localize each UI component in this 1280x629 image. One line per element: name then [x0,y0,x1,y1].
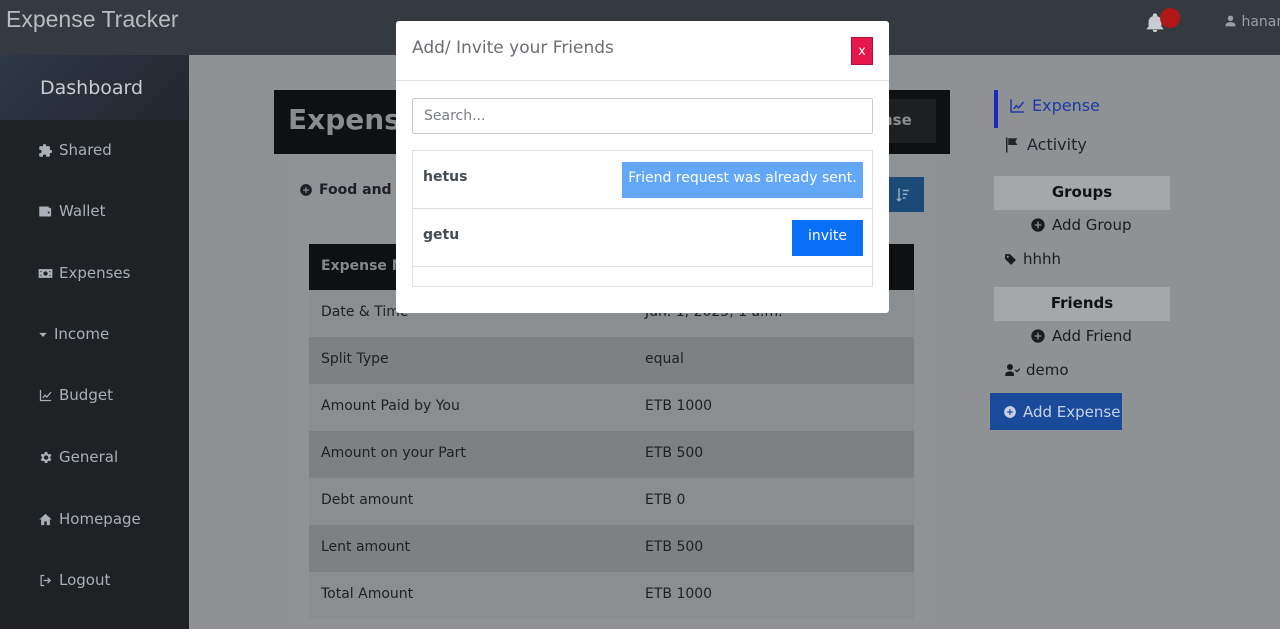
add-friend-button[interactable]: Add Friend [1030,327,1132,345]
sidebar-item-homepage[interactable]: Homepage [38,510,141,528]
tag-icon [1005,253,1016,265]
table-row: Split Type equal [309,337,914,384]
sidebar-item-label: Homepage [59,510,141,528]
add-expense-label: Add Expense [1023,402,1121,421]
row-key: Amount Paid by You [321,398,460,414]
sidebar-item-budget[interactable]: Budget [38,386,113,404]
row-value: ETB 500 [645,539,704,555]
sidebar-item-label: Budget [59,386,113,404]
flag-icon [1006,137,1018,152]
sidebar-item-wallet[interactable]: Wallet [38,202,106,220]
row-value: ETB 0 [645,492,686,508]
notification-badge [1160,8,1180,28]
row-key: Amount on your Part [321,445,466,461]
close-button[interactable]: x [851,37,873,65]
group-item-label: hhhh [1023,250,1062,268]
sidebar-title[interactable]: Dashboard [40,77,143,99]
rightnav-activity[interactable]: Activity [1003,135,1087,154]
plus-circle-icon [1031,218,1045,232]
table-row: Amount on your Part ETB 500 [309,431,914,478]
table-row: Debt amount ETB 0 [309,478,914,525]
add-group-label: Add Group [1052,216,1132,234]
sidebar-item-label: Logout [59,571,111,589]
sidebar-item-shared[interactable]: Shared [38,141,112,159]
row-value: ETB 500 [645,445,704,461]
rightnav-expense[interactable]: Expense [1008,96,1100,115]
sidebar-item-income[interactable]: Income [38,325,109,343]
sidebar-item-label: Expenses [59,264,131,282]
sign-out-icon [40,574,52,586]
sort-icon [896,187,909,202]
money-icon [38,268,53,278]
app-title[interactable]: Expense Tracker [6,6,179,33]
plus-circle-icon [1004,405,1016,418]
search-input[interactable] [412,98,873,134]
sidebar-item-label: General [59,448,119,466]
modal-title: Add/ Invite your Friends [412,38,614,58]
sidebar-item-label: Wallet [59,202,106,220]
sidebar-item-general[interactable]: General [38,448,118,466]
friend-name: getu [423,227,460,243]
group-item[interactable]: hhhh [1004,250,1061,268]
wallet-icon [39,206,52,216]
user-menu[interactable]: hanan [1224,14,1280,30]
list-item: getu invite [413,209,872,267]
category-label: Food and D [319,182,409,198]
plus-circle-icon [300,184,312,196]
add-friend-label: Add Friend [1052,327,1132,345]
puzzle-icon [39,143,53,157]
friend-item-label: demo [1026,361,1069,379]
sidebar-item-label: Income [54,325,110,343]
row-value: ETB 1000 [645,586,713,602]
row-key: Total Amount [321,586,414,602]
row-key: Debt amount [321,492,414,508]
sidebar-item-expenses[interactable]: Expenses [38,264,130,282]
chart-line-icon [39,389,52,401]
groups-title: Groups [994,176,1170,210]
table-row: Lent amount ETB 500 [309,525,914,572]
caret-down-icon [39,332,47,337]
active-indicator [994,90,998,128]
rightnav-activity-label: Activity [1027,135,1087,154]
invite-button[interactable]: invite [792,220,863,256]
add-group-button[interactable]: Add Group [1030,216,1131,234]
friend-list: hetus Friend request was already sent. g… [412,150,873,287]
row-key: Lent amount [321,539,410,555]
add-expense-button[interactable]: Add Expense [990,393,1122,430]
chart-line-icon [1010,98,1025,113]
row-key: Split Type [321,351,389,367]
category-filter[interactable]: Food and D [299,182,408,198]
sidebar-item-logout[interactable]: Logout [38,571,110,589]
table-row: Amount Paid by You ETB 1000 [309,384,914,431]
request-sent-badge: Friend request was already sent. [622,162,863,198]
username: hanan [1241,14,1280,30]
home-icon [39,513,52,525]
row-value: equal [645,351,684,367]
friends-title: Friends [994,287,1170,321]
table-row: Total Amount ETB 1000 [309,572,914,619]
user-icon [1225,15,1236,27]
sidebar-item-label: Shared [59,141,112,159]
row-value: ETB 1000 [645,398,713,414]
list-item: hetus Friend request was already sent. [413,151,872,209]
gear-icon [40,451,52,463]
plus-circle-icon [1031,329,1045,343]
modal-header: Add/ Invite your Friends x [396,21,889,81]
friend-item[interactable]: demo [1004,361,1069,379]
invite-friends-modal: Add/ Invite your Friends x hetus Friend … [396,21,889,313]
user-check-icon [1005,364,1020,376]
rightnav-expense-label: Expense [1032,96,1100,115]
friend-name: hetus [423,169,468,185]
